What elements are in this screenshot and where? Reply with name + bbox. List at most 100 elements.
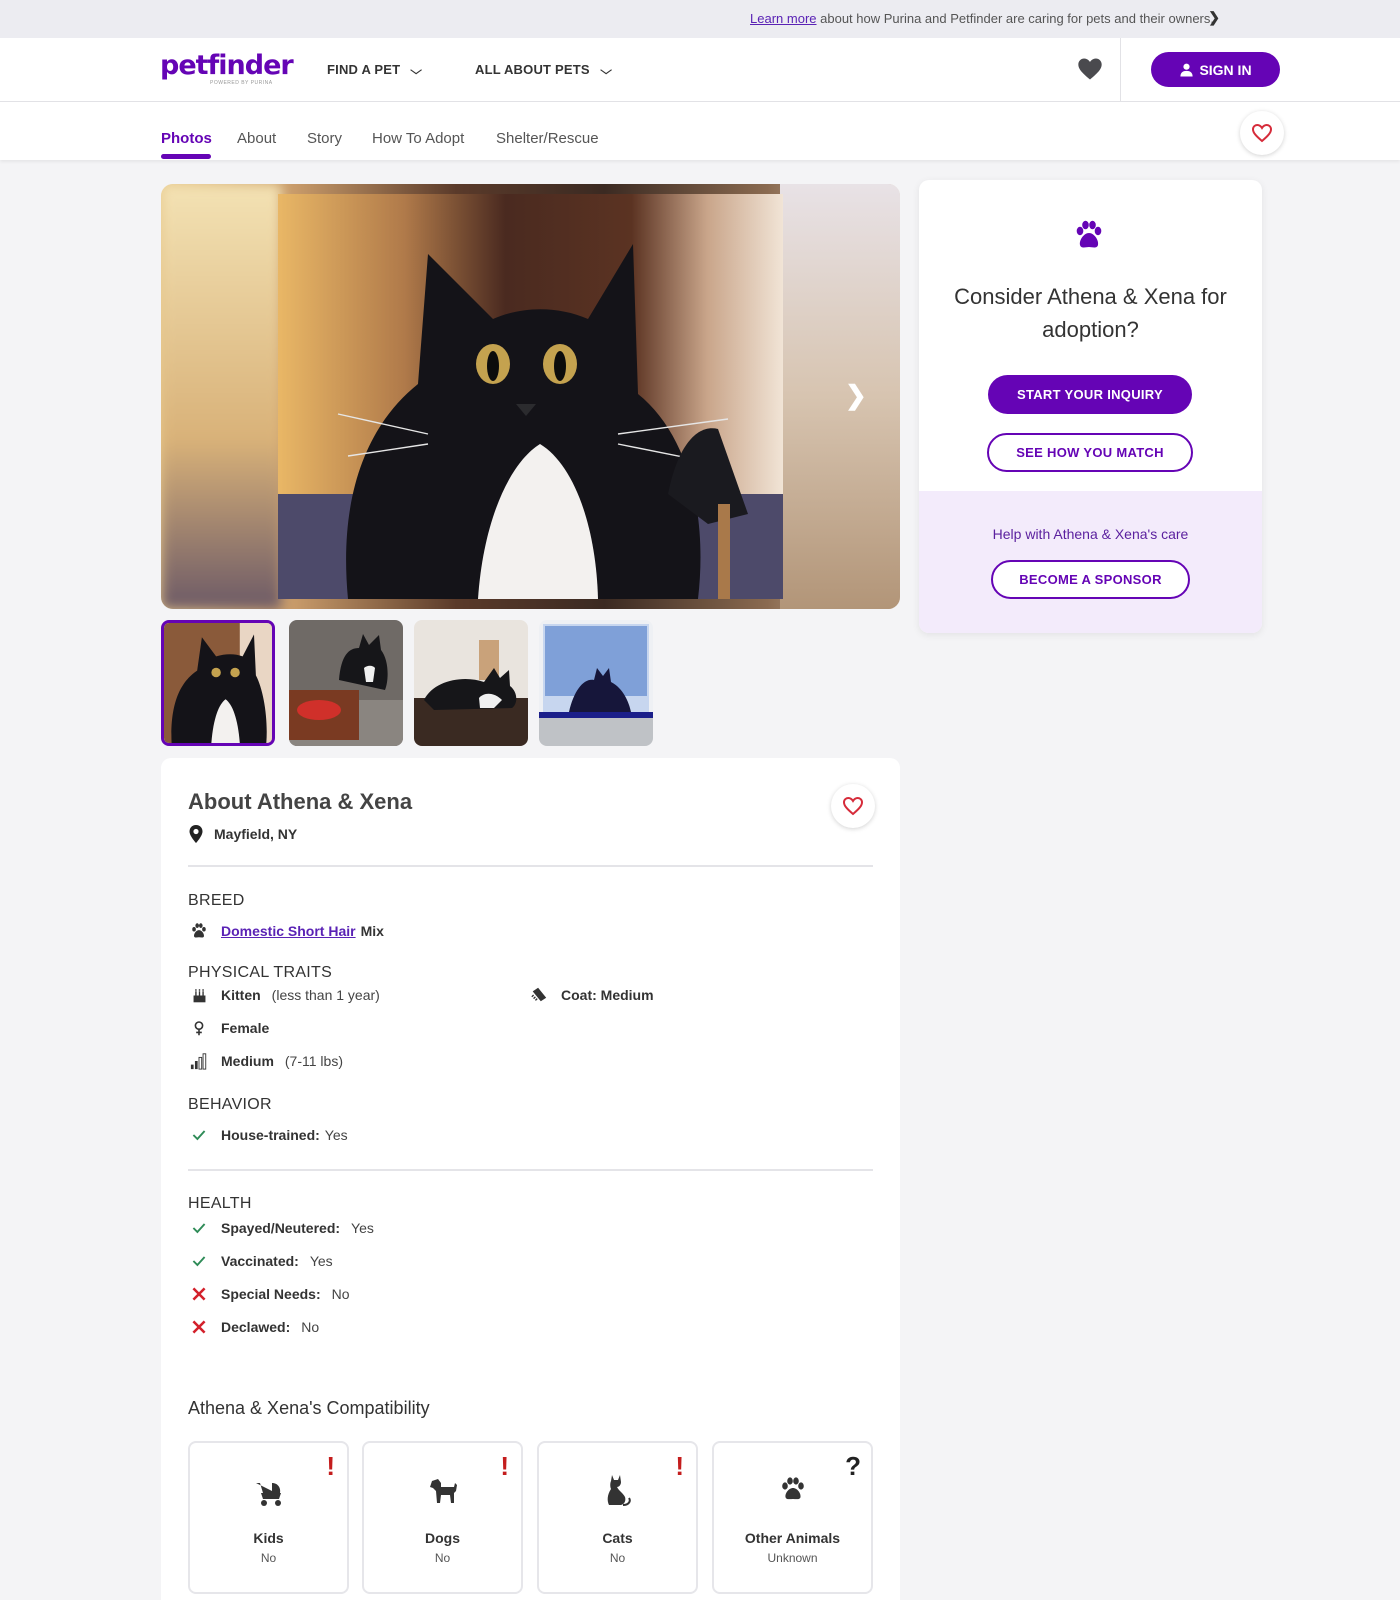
checkmark-icon xyxy=(188,1251,210,1271)
health-label: Declawed: xyxy=(221,1319,291,1335)
compatibility-status: No xyxy=(260,1551,277,1565)
compatibility-name: Other Animals xyxy=(744,1530,841,1546)
compatibility-name: Cats xyxy=(602,1530,633,1546)
size-label: Medium xyxy=(221,1053,274,1069)
header-divider xyxy=(1120,38,1121,102)
see-how-you-match-button[interactable]: SEE HOW YOU MATCH xyxy=(987,433,1193,472)
compatibility-status: No xyxy=(609,1551,626,1565)
size-bars-icon xyxy=(188,1051,210,1071)
health-row: Declawed: No xyxy=(188,1317,319,1337)
health-row: Spayed/Neutered: Yes xyxy=(188,1218,374,1238)
compatibility-name: Kids xyxy=(253,1530,284,1546)
photo-thumbnail[interactable] xyxy=(539,620,653,746)
section-divider xyxy=(188,1169,873,1171)
sign-in-label: SIGN IN xyxy=(1199,61,1252,78)
health-value: No xyxy=(301,1319,320,1335)
health-label: Vaccinated: xyxy=(221,1253,299,1269)
photo-thumbnail[interactable] xyxy=(289,620,403,746)
tab-story[interactable]: Story xyxy=(307,130,342,147)
birthday-cake-icon xyxy=(188,985,210,1005)
chevron-down-icon: ⌵ xyxy=(600,65,613,77)
nav-find-a-pet[interactable]: FIND A PET ⌵ xyxy=(327,62,423,78)
photo-thumbnail[interactable] xyxy=(414,620,528,746)
sex-row: Female xyxy=(188,1018,274,1038)
nav-all-about-pets[interactable]: ALL ABOUT PETS ⌵ xyxy=(475,62,613,78)
size-row: Medium (7-11 lbs) xyxy=(188,1051,343,1071)
tab-how-to-adopt[interactable]: How To Adopt xyxy=(372,130,464,147)
tab-shelter-rescue[interactable]: Shelter/Rescue xyxy=(496,130,599,147)
main-pet-photo xyxy=(278,194,783,599)
top-banner: Learn more about how Purina and Petfinde… xyxy=(0,0,1400,38)
favorite-button[interactable] xyxy=(1240,111,1284,155)
thumbnail-image xyxy=(414,620,528,746)
heart-outline-icon xyxy=(842,796,864,816)
nav-find-a-pet-label: FIND A PET xyxy=(327,62,401,77)
nav-all-about-pets-label: ALL ABOUT PETS xyxy=(475,62,590,77)
health-label: Special Needs: xyxy=(221,1286,321,1302)
dog-icon xyxy=(430,1479,457,1503)
compatibility-card-cats: ! Cats No xyxy=(537,1441,698,1594)
chevron-down-icon: ⌵ xyxy=(410,65,423,77)
site-header: petfinder POWERED BY PURINA FIND A PET ⌵ … xyxy=(0,38,1400,102)
breed-heading: BREED xyxy=(188,892,245,909)
tab-photos[interactable]: Photos xyxy=(161,130,212,147)
adoption-prompt: Consider Athena & Xena for adoption? xyxy=(954,284,1227,342)
sign-in-button[interactable]: SIGN IN xyxy=(1151,52,1280,87)
banner-text: Learn more about how Purina and Petfinde… xyxy=(750,11,1214,26)
favorites-heart-icon[interactable] xyxy=(1076,55,1104,83)
user-icon xyxy=(1180,63,1194,77)
petfinder-logo[interactable]: petfinder xyxy=(160,50,294,81)
become-a-sponsor-button[interactable]: BECOME A SPONSOR xyxy=(991,560,1190,599)
behavior-heading: BEHAVIOR xyxy=(188,1096,272,1113)
logo-subtitle: POWERED BY PURINA xyxy=(210,80,273,86)
heart-outline-icon xyxy=(1251,123,1273,143)
checkmark-icon xyxy=(188,1125,210,1145)
paw-icon xyxy=(1076,220,1102,248)
health-value: No xyxy=(331,1286,350,1302)
stroller-icon xyxy=(256,1483,281,1506)
size-detail: (7-11 lbs) xyxy=(284,1053,343,1069)
age-row: Kitten (less than 1 year) xyxy=(188,985,380,1005)
house-trained-value: Yes xyxy=(324,1127,348,1143)
banner-chevron-icon[interactable]: ❯ xyxy=(1208,9,1220,26)
photo-thumbnail[interactable] xyxy=(161,620,275,746)
compatibility-card-other-animals: ? Other Animals Unknown xyxy=(712,1441,873,1594)
x-mark-icon xyxy=(188,1317,210,1337)
female-icon xyxy=(188,1018,210,1038)
tab-about[interactable]: About xyxy=(237,130,276,147)
breed-link[interactable]: Domestic Short Hair xyxy=(221,923,356,939)
carousel-backdrop-left xyxy=(161,184,281,609)
age-detail: (less than 1 year) xyxy=(271,987,380,1003)
paw-icon xyxy=(782,1477,804,1500)
x-mark-icon xyxy=(188,1284,210,1304)
cat-icon xyxy=(607,1475,631,1506)
health-row: Vaccinated: Yes xyxy=(188,1251,333,1271)
compatibility-card-dogs: ! Dogs No xyxy=(362,1441,523,1594)
map-pin-icon xyxy=(189,825,203,843)
learn-more-link[interactable]: Learn more xyxy=(750,11,816,26)
warning-icon: ! xyxy=(326,1451,335,1481)
house-trained-label: House-trained: xyxy=(221,1127,320,1143)
photo-carousel[interactable]: ❯ xyxy=(161,184,900,609)
banner-message: about how Purina and Petfinder are carin… xyxy=(820,11,1214,26)
warning-icon: ! xyxy=(675,1451,684,1481)
comb-icon xyxy=(528,985,550,1005)
next-photo-chevron-icon[interactable]: ❯ xyxy=(845,380,867,411)
carousel-backdrop-right xyxy=(780,184,900,609)
sponsor-section: Help with Athena & Xena's care BECOME A … xyxy=(919,491,1262,633)
about-favorite-button[interactable] xyxy=(831,784,875,828)
thumbnail-image xyxy=(164,623,272,743)
breed-suffix: Mix xyxy=(360,923,384,939)
compatibility-card-kids: ! Kids No xyxy=(188,1441,349,1594)
health-heading: HEALTH xyxy=(188,1195,252,1212)
about-title: About Athena & Xena xyxy=(188,789,413,814)
compatibility-heading: Athena & Xena's Compatibility xyxy=(188,1398,430,1418)
compatibility-status: No xyxy=(434,1551,451,1565)
start-inquiry-button[interactable]: START YOUR INQUIRY xyxy=(988,375,1192,414)
age-label: Kitten xyxy=(221,987,261,1003)
checkmark-icon xyxy=(188,1218,210,1238)
compatibility-name: Dogs xyxy=(425,1530,460,1546)
breed-row: Domestic Short Hair Mix xyxy=(188,921,389,941)
sponsor-help-text: Help with Athena & Xena's care xyxy=(992,526,1189,542)
about-section: About Athena & Xena Mayfield, NY BREED D… xyxy=(161,758,900,1600)
